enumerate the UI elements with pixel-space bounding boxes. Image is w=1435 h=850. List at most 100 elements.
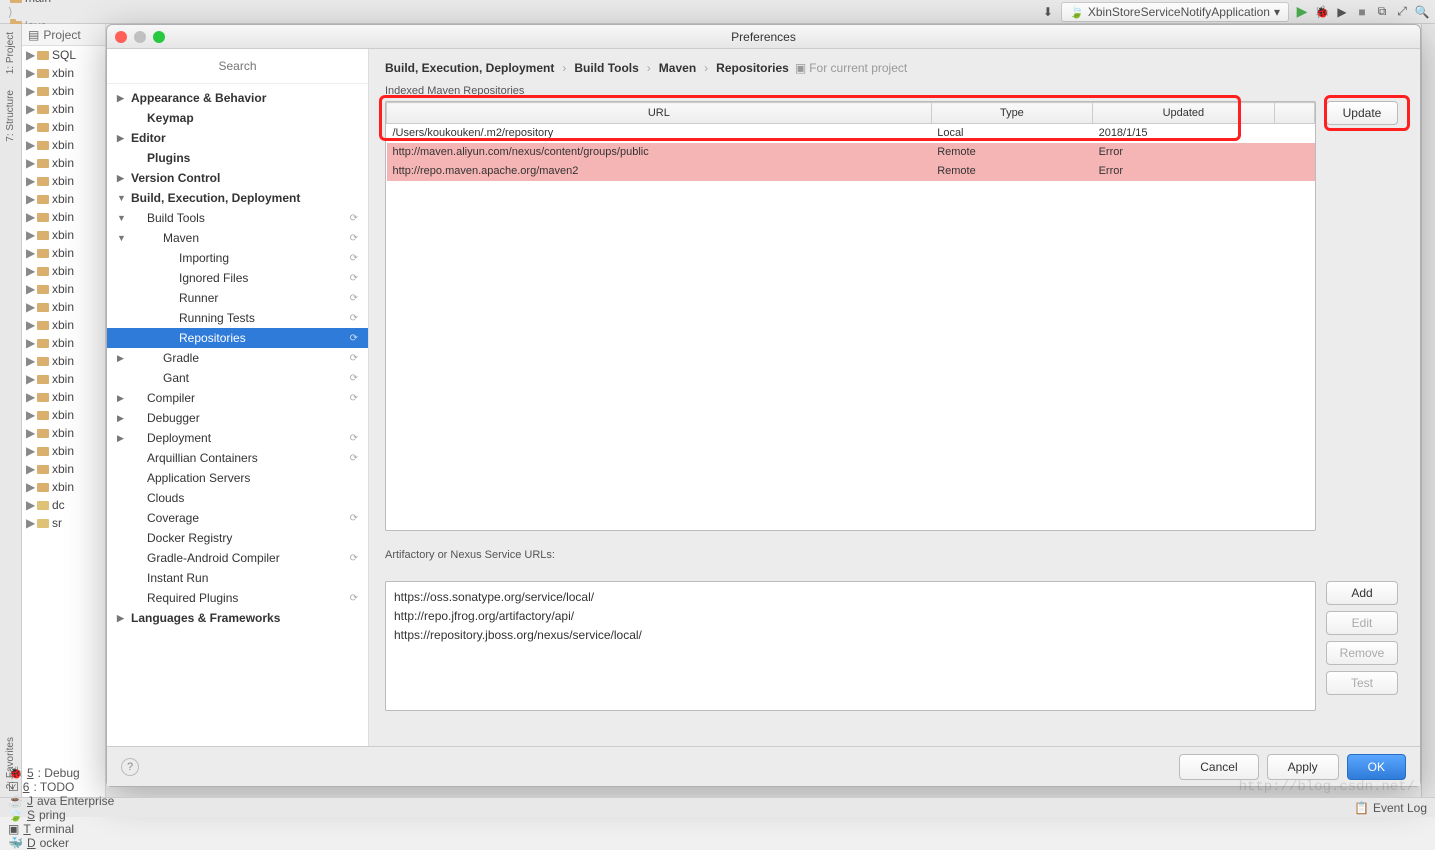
- settings-tree-item[interactable]: Ignored Files⟳: [107, 268, 368, 288]
- search-input[interactable]: [113, 55, 362, 77]
- list-item[interactable]: http://repo.jfrog.org/artifactory/api/: [394, 607, 1307, 626]
- add-button[interactable]: Add: [1326, 581, 1398, 605]
- project-tree-item[interactable]: ▶xbin: [22, 154, 105, 172]
- test-button[interactable]: Test: [1326, 671, 1398, 695]
- table-row[interactable]: http://maven.aliyun.com/nexus/content/gr…: [387, 143, 1315, 162]
- statusbar-item[interactable]: ☑ 6: TODO: [8, 780, 114, 794]
- project-tree-item[interactable]: ▶xbin: [22, 208, 105, 226]
- apply-button[interactable]: Apply: [1267, 754, 1339, 780]
- help-button[interactable]: ?: [121, 758, 139, 776]
- settings-tree-item[interactable]: ▼Maven⟳: [107, 228, 368, 248]
- project-tree-item[interactable]: ▶xbin: [22, 244, 105, 262]
- statusbar-item[interactable]: ▣ Terminal: [8, 822, 114, 836]
- update-button[interactable]: Update: [1326, 101, 1398, 125]
- settings-tree-item[interactable]: Repositories⟳: [107, 328, 368, 348]
- gear-icon: ⟳: [350, 453, 358, 464]
- settings-tree-item[interactable]: Plugins: [107, 148, 368, 168]
- cancel-button[interactable]: Cancel: [1179, 754, 1258, 780]
- run-config-selector[interactable]: 🍃 XbinStoreServiceNotifyApplication ▾: [1061, 2, 1289, 22]
- project-tree-item[interactable]: ▶xbin: [22, 460, 105, 478]
- project-tree-item[interactable]: ▶xbin: [22, 100, 105, 118]
- settings-tree-item[interactable]: Clouds: [107, 488, 368, 508]
- tab-structure[interactable]: 7: Structure: [3, 82, 18, 150]
- settings-tree-item[interactable]: Application Servers: [107, 468, 368, 488]
- build-icon[interactable]: ⬇: [1041, 5, 1055, 19]
- settings-tree-item[interactable]: ▼Build, Execution, Deployment: [107, 188, 368, 208]
- event-log[interactable]: 📋 Event Log: [1354, 801, 1427, 815]
- settings-tree-item[interactable]: Gradle-Android Compiler⟳: [107, 548, 368, 568]
- edit-button[interactable]: Edit: [1326, 611, 1398, 635]
- zoom-icon[interactable]: [153, 31, 165, 43]
- settings-tree-item[interactable]: Instant Run: [107, 568, 368, 588]
- run-coverage-icon[interactable]: ▶: [1335, 5, 1349, 19]
- project-tree-item[interactable]: ▶xbin: [22, 298, 105, 316]
- project-tree-item[interactable]: ▶xbin: [22, 406, 105, 424]
- debug-icon[interactable]: 🐞: [1315, 5, 1329, 19]
- settings-tree-item[interactable]: ▼Build Tools⟳: [107, 208, 368, 228]
- settings-tree-item[interactable]: Importing⟳: [107, 248, 368, 268]
- run-icon[interactable]: ▶: [1295, 5, 1309, 19]
- watermark: http://blog.csdn.net/: [1239, 779, 1415, 795]
- project-tree-item[interactable]: ▶xbin: [22, 64, 105, 82]
- settings-tree-item[interactable]: ▶Appearance & Behavior: [107, 88, 368, 108]
- project-tree-item[interactable]: ▶xbin: [22, 280, 105, 298]
- settings-breadcrumb: Build, Execution, Deployment› Build Tool…: [385, 61, 1404, 75]
- list-item[interactable]: https://oss.sonatype.org/service/local/: [394, 588, 1307, 607]
- close-icon[interactable]: [115, 31, 127, 43]
- statusbar-item[interactable]: 🐳 Docker: [8, 836, 114, 850]
- settings-tree-item[interactable]: Required Plugins⟳: [107, 588, 368, 608]
- project-tree-item[interactable]: ▶xbin: [22, 442, 105, 460]
- settings-tree-item[interactable]: ▶Version Control: [107, 168, 368, 188]
- project-tree-item[interactable]: ▶xbin: [22, 352, 105, 370]
- statusbar-item[interactable]: 🐞 5: Debug: [8, 766, 114, 780]
- expand-icon[interactable]: ⤢: [1395, 5, 1409, 19]
- project-tree-item[interactable]: ▶xbin: [22, 388, 105, 406]
- settings-tree-item[interactable]: ▶Editor: [107, 128, 368, 148]
- service-urls-list[interactable]: https://oss.sonatype.org/service/local/h…: [385, 581, 1316, 711]
- settings-tree-item[interactable]: Coverage⟳: [107, 508, 368, 528]
- project-tree-item[interactable]: ▶sr: [22, 514, 105, 532]
- project-tree-item[interactable]: ▶SQL: [22, 46, 105, 64]
- project-tree-item[interactable]: ▶xbin: [22, 370, 105, 388]
- settings-tree-item[interactable]: ▶Gradle⟳: [107, 348, 368, 368]
- settings-tree-item[interactable]: ▶Languages & Frameworks: [107, 608, 368, 628]
- statusbar-item[interactable]: ☕ Java Enterprise: [8, 794, 114, 808]
- project-tree-item[interactable]: ▶xbin: [22, 316, 105, 334]
- project-tree-item[interactable]: ▶xbin: [22, 478, 105, 496]
- tab-project[interactable]: 1: Project: [3, 24, 18, 82]
- settings-tree-item[interactable]: ▶Compiler⟳: [107, 388, 368, 408]
- settings-tree-item[interactable]: ▶Debugger: [107, 408, 368, 428]
- statusbar-item[interactable]: 🍃 Spring: [8, 808, 114, 822]
- project-tree-item[interactable]: ▶xbin: [22, 190, 105, 208]
- settings-tree-item[interactable]: Keymap: [107, 108, 368, 128]
- list-item[interactable]: https://repository.jboss.org/nexus/servi…: [394, 626, 1307, 645]
- settings-tree-item[interactable]: ▶Deployment⟳: [107, 428, 368, 448]
- project-tree-item[interactable]: ▶dc: [22, 496, 105, 514]
- settings-tree-item[interactable]: Runner⟳: [107, 288, 368, 308]
- settings-tree-item[interactable]: Arquillian Containers⟳: [107, 448, 368, 468]
- search-icon[interactable]: 🔍: [1415, 5, 1429, 19]
- settings-tree-item[interactable]: Gant⟳: [107, 368, 368, 388]
- table-row[interactable]: http://repo.maven.apache.org/maven2Remot…: [387, 162, 1315, 181]
- table-row[interactable]: /Users/koukouken/.m2/repositoryLocal2018…: [387, 124, 1315, 143]
- project-tree-item[interactable]: ▶xbin: [22, 424, 105, 442]
- project-tree-item[interactable]: ▶xbin: [22, 334, 105, 352]
- stop-icon[interactable]: ■: [1355, 5, 1369, 19]
- layout-icon[interactable]: ⧉: [1375, 5, 1389, 19]
- project-tree-item[interactable]: ▶xbin: [22, 82, 105, 100]
- settings-tree-item[interactable]: Docker Registry: [107, 528, 368, 548]
- breadcrumb-item[interactable]: main: [6, 0, 188, 5]
- run-config-label: XbinStoreServiceNotifyApplication: [1088, 5, 1270, 19]
- ok-button[interactable]: OK: [1347, 754, 1406, 780]
- project-tree-item[interactable]: ▶xbin: [22, 136, 105, 154]
- gear-icon: ⟳: [350, 353, 358, 364]
- remove-button[interactable]: Remove: [1326, 641, 1398, 665]
- project-tree-item[interactable]: ▶xbin: [22, 118, 105, 136]
- settings-tree-item[interactable]: Running Tests⟳: [107, 308, 368, 328]
- project-tree-item[interactable]: ▶xbin: [22, 262, 105, 280]
- repositories-table[interactable]: URL Type Updated /Users/koukouken/.m2/re…: [385, 101, 1316, 531]
- project-tree-item[interactable]: ▶xbin: [22, 226, 105, 244]
- service-label: Artifactory or Nexus Service URLs:: [385, 549, 1404, 561]
- gear-icon: ⟳: [350, 273, 358, 284]
- project-tree-item[interactable]: ▶xbin: [22, 172, 105, 190]
